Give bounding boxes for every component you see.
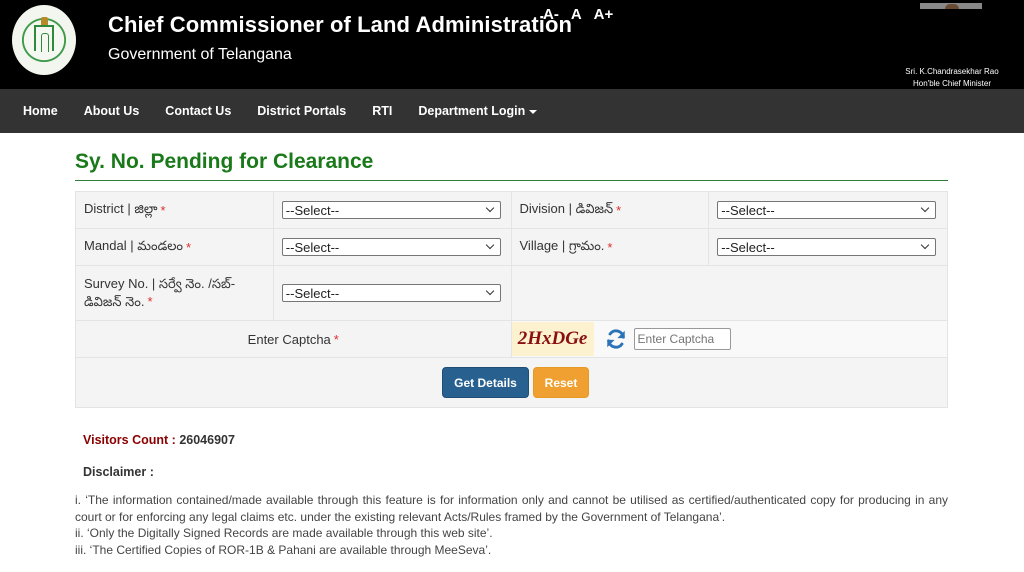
disclaimer-item: iii. ‘The Certified Copies of ROR-1B & P… xyxy=(75,542,492,557)
font-size-controls: A- A A+ xyxy=(543,6,613,23)
form-row-survey: Survey No. | సర్వే నెం. /సబ్-డివిజన్ నెం… xyxy=(76,266,947,321)
mandal-cell: --Select-- xyxy=(274,229,512,265)
page-title: Sy. No. Pending for Clearance xyxy=(75,150,374,173)
district-select-value: --Select-- xyxy=(285,202,340,218)
required-marker: * xyxy=(607,239,613,255)
visitors-count-label: Visitors Count : xyxy=(83,433,176,447)
nav-home[interactable]: Home xyxy=(0,104,71,118)
survey-select-value: --Select-- xyxy=(285,285,340,301)
font-increase-button[interactable]: A+ xyxy=(594,6,614,23)
chevron-down-icon xyxy=(921,240,930,250)
village-select[interactable]: --Select-- xyxy=(717,238,937,256)
main-nav: Home About Us Contact Us District Portal… xyxy=(0,89,1024,133)
captcha-label-text: Enter Captcha xyxy=(247,331,331,347)
form-row-mandal-village: Mandal | మండలం * --Select-- Village | గ్ర… xyxy=(76,229,947,266)
survey-cell: --Select-- xyxy=(274,266,512,320)
district-label: District | జిల్లా * xyxy=(76,192,274,228)
nav-contact-us[interactable]: Contact Us xyxy=(152,104,244,118)
kakatiya-gate-icon xyxy=(34,25,54,52)
form-actions: Get Details Reset xyxy=(76,358,947,407)
division-label-text: Division | డివిజన్ xyxy=(519,200,614,216)
nav-rti[interactable]: RTI xyxy=(359,104,405,118)
required-marker: * xyxy=(186,239,192,255)
captcha-input[interactable] xyxy=(633,328,731,350)
mandal-select[interactable]: --Select-- xyxy=(281,238,501,256)
get-details-button[interactable]: Get Details xyxy=(442,367,529,398)
village-label: Village | గ్రామం. * xyxy=(512,229,710,265)
form-row-district-division: District | జిల్లా * --Select-- Division |… xyxy=(76,192,947,229)
official-name: Sri. K.Chandrasekhar Rao xyxy=(905,67,999,76)
telangana-emblem-logo[interactable] xyxy=(12,5,76,75)
division-cell: --Select-- xyxy=(709,192,947,228)
chevron-down-icon xyxy=(485,286,495,296)
division-select-value: --Select-- xyxy=(721,202,775,218)
division-select[interactable]: --Select-- xyxy=(717,201,937,219)
font-decrease-button[interactable]: A- xyxy=(543,6,559,23)
required-marker: * xyxy=(147,294,153,309)
survey-label-text: Survey No. | సర్వే నెం. /సబ్-డివిజన్ నెం… xyxy=(84,276,236,309)
chief-minister-photo xyxy=(920,3,982,9)
mandal-select-value: --Select-- xyxy=(285,239,340,255)
required-marker: * xyxy=(616,202,622,218)
visitors-count: Visitors Count : 26046907 xyxy=(83,433,235,447)
form-row-captcha: Enter Captcha * 2HxDGe xyxy=(76,321,947,358)
captcha-label: Enter Captcha * xyxy=(76,321,512,357)
disclaimer-item: i. ‘The information contained/made avail… xyxy=(75,493,948,524)
division-label: Division | డివిజన్ * xyxy=(512,192,710,228)
village-select-value: --Select-- xyxy=(721,239,775,255)
captcha-cell: 2HxDGe xyxy=(511,321,947,357)
site-title: Chief Commissioner of Land Administratio… xyxy=(108,12,573,37)
site-subtitle: Government of Telangana xyxy=(108,46,292,63)
font-reset-button[interactable]: A xyxy=(571,6,582,23)
nav-department-login[interactable]: Department Login xyxy=(405,104,550,118)
chevron-down-icon xyxy=(485,240,495,250)
nav-district-portals[interactable]: District Portals xyxy=(244,104,359,118)
mandal-label: Mandal | మండలం * xyxy=(76,229,274,265)
search-form: District | జిల్లా * --Select-- Division |… xyxy=(75,191,948,408)
chevron-down-icon xyxy=(921,203,930,213)
empty-cell xyxy=(512,266,947,320)
chevron-down-icon xyxy=(485,203,495,213)
mandal-label-text: Mandal | మండలం xyxy=(84,237,184,253)
lion-capital-icon xyxy=(41,17,48,25)
refresh-captcha-icon[interactable] xyxy=(605,328,627,350)
village-cell: --Select-- xyxy=(709,229,947,265)
chief-minister-caption: Sri. K.Chandrasekhar Rao Hon'ble Chief M… xyxy=(880,66,1024,90)
district-cell: --Select-- xyxy=(274,192,512,228)
survey-label: Survey No. | సర్వే నెం. /సబ్-డివిజన్ నెం… xyxy=(76,266,274,320)
captcha-image: 2HxDGe xyxy=(511,322,594,356)
survey-label-wrap: Survey No. | సర్వే నెం. /సబ్-డివిజన్ నెం… xyxy=(84,275,265,311)
caret-down-icon xyxy=(529,109,538,114)
nav-department-login-label: Department Login xyxy=(418,104,526,118)
site-header: Chief Commissioner of Land Administratio… xyxy=(0,0,1024,89)
village-label-text: Village | గ్రామం. xyxy=(519,237,605,253)
nav-about-us[interactable]: About Us xyxy=(71,104,153,118)
required-marker: * xyxy=(160,202,166,218)
required-marker: * xyxy=(333,331,339,347)
disclaimer-title: Disclaimer : xyxy=(83,465,154,479)
survey-select[interactable]: --Select-- xyxy=(281,284,501,302)
disclaimer-text: i. ‘The information contained/made avail… xyxy=(75,492,948,558)
title-divider xyxy=(75,180,948,181)
visitors-count-value: 26046907 xyxy=(179,433,235,447)
district-select[interactable]: --Select-- xyxy=(281,201,501,219)
reset-button[interactable]: Reset xyxy=(533,367,589,398)
disclaimer-item: ii. ‘Only the Digitally Signed Records a… xyxy=(75,526,493,540)
district-label-text: District | జిల్లా xyxy=(84,200,158,216)
